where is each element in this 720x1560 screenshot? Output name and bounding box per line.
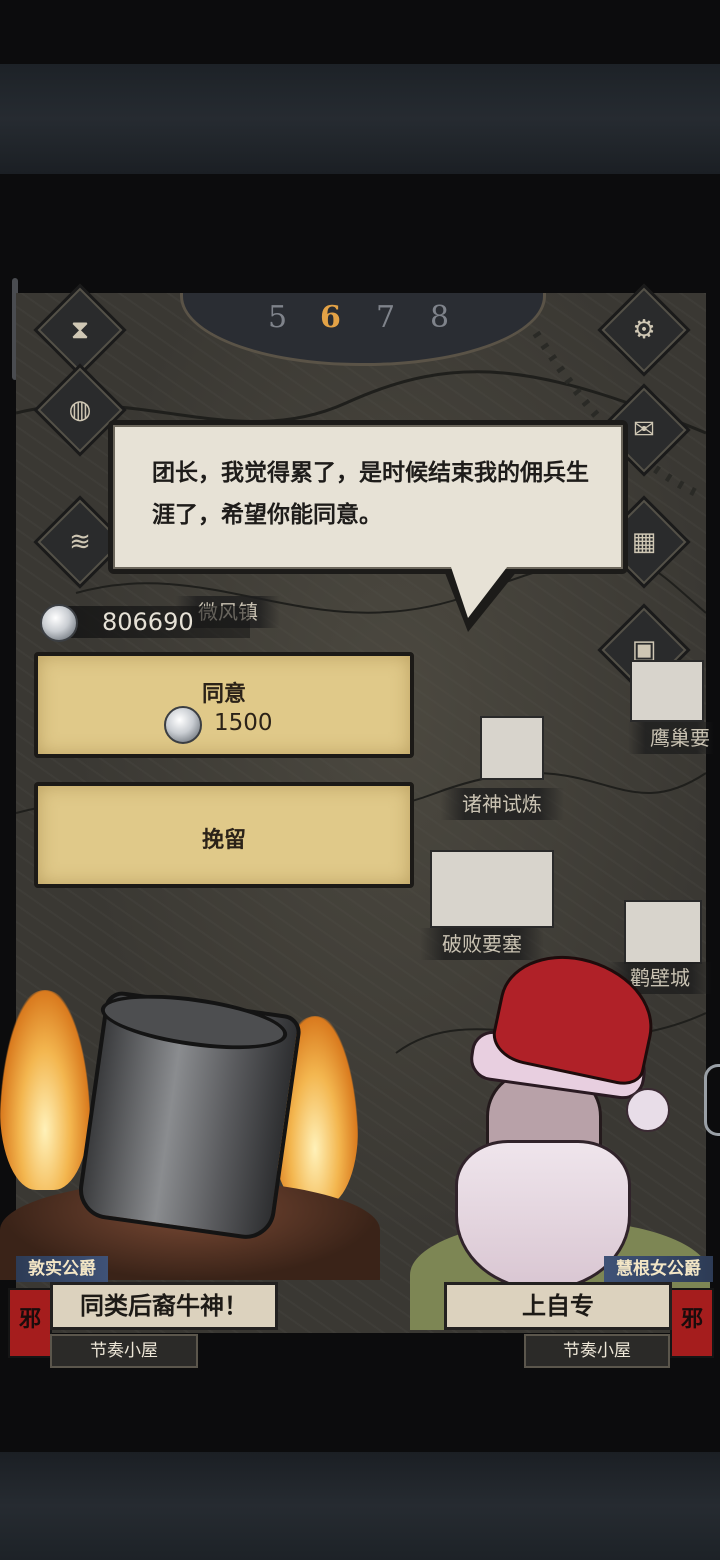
money-bag-icon: ◍ [68,395,92,425]
dialog-text: 团长，我觉得累了，是时候结束我的佣兵生涯了，希望你能同意。 [152,460,589,528]
map-label-fortress[interactable]: 破败要塞 [420,928,544,960]
calendar-day: 7 [376,300,396,335]
flame-left [0,990,90,1190]
top-frame [0,64,720,174]
city-landmark[interactable] [624,900,702,964]
agree-cost: 1500 [214,710,273,736]
bottom-frame [0,1452,720,1560]
right-character-group: 节奏小屋 [524,1334,670,1368]
trial-landmark[interactable] [480,716,544,780]
agree-button[interactable]: 同意 [34,652,414,758]
retain-label: 挽留 [201,828,246,853]
gear-icon: ⚙ [632,315,656,345]
right-banner-mark: 邪 [680,1307,703,1332]
left-character-name: 同类后裔牛神！ [50,1282,278,1330]
left-character-group: 节奏小屋 [50,1334,198,1368]
left-banner-mark: 邪 [18,1307,41,1332]
eagle-landmark[interactable] [630,660,704,722]
agree-label: 同意 [201,682,246,707]
left-rank: 敦实公爵 [16,1256,108,1282]
right-rank: 慧根女公爵 [604,1256,713,1282]
silver-coin-icon [164,706,202,744]
silver-coin-icon [40,604,78,642]
santa-hat-pompom [626,1088,670,1132]
calendar-day-current: 6 [320,300,341,335]
retain-button[interactable]: 挽留 [34,782,414,888]
map-label-eagle[interactable]: 鹰巢要 [628,722,714,754]
calendar-day: 8 [430,300,450,335]
right-character-name: 上自专 [444,1282,672,1330]
map-label-trial[interactable]: 诸神试炼 [440,788,564,820]
speech-bubble-tail-fill [448,558,514,618]
left-faction-banner: 邪 [8,1288,52,1358]
silver-amount: 806690 [102,608,194,636]
calendar-day: 5 [268,300,288,335]
side-drawer-handle[interactable] [704,1064,720,1136]
fortress-landmark[interactable] [430,850,554,928]
scroll-icon: ≋ [69,527,91,557]
hourglass-icon: ⧗ [70,315,90,345]
right-faction-banner: 邪 [670,1288,714,1358]
